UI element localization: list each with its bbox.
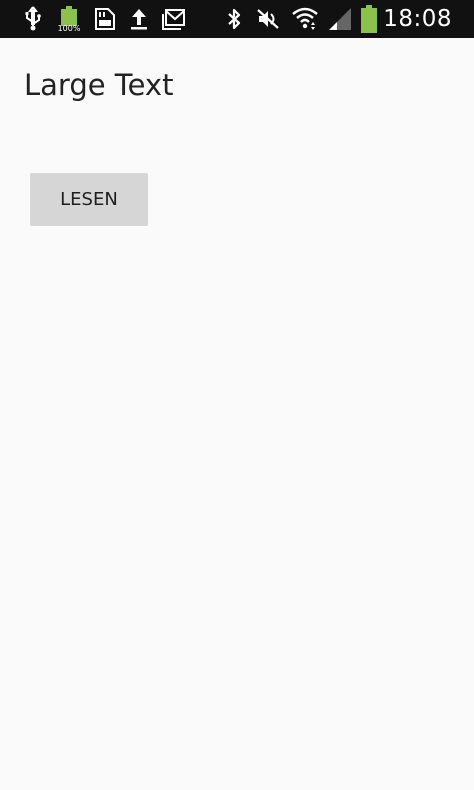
gmail-icon xyxy=(161,5,187,33)
large-text-label: Large Text xyxy=(24,68,174,102)
mute-icon xyxy=(255,5,281,33)
wifi-icon xyxy=(290,5,320,33)
battery-badge-label: 100% xyxy=(57,23,81,33)
sd-card-icon xyxy=(93,5,117,33)
upload-icon xyxy=(128,5,150,33)
app-content: Large Text LESEN xyxy=(0,38,474,790)
battery-icon xyxy=(358,5,380,33)
signal-icon xyxy=(326,5,354,33)
read-button[interactable]: LESEN xyxy=(30,173,148,226)
usb-icon xyxy=(22,5,44,33)
status-clock: 18:08 xyxy=(383,6,452,32)
battery-full-badge-icon: 100% xyxy=(55,5,83,33)
bluetooth-icon xyxy=(224,5,244,33)
status-bar: 100% 18:08 xyxy=(0,0,474,38)
